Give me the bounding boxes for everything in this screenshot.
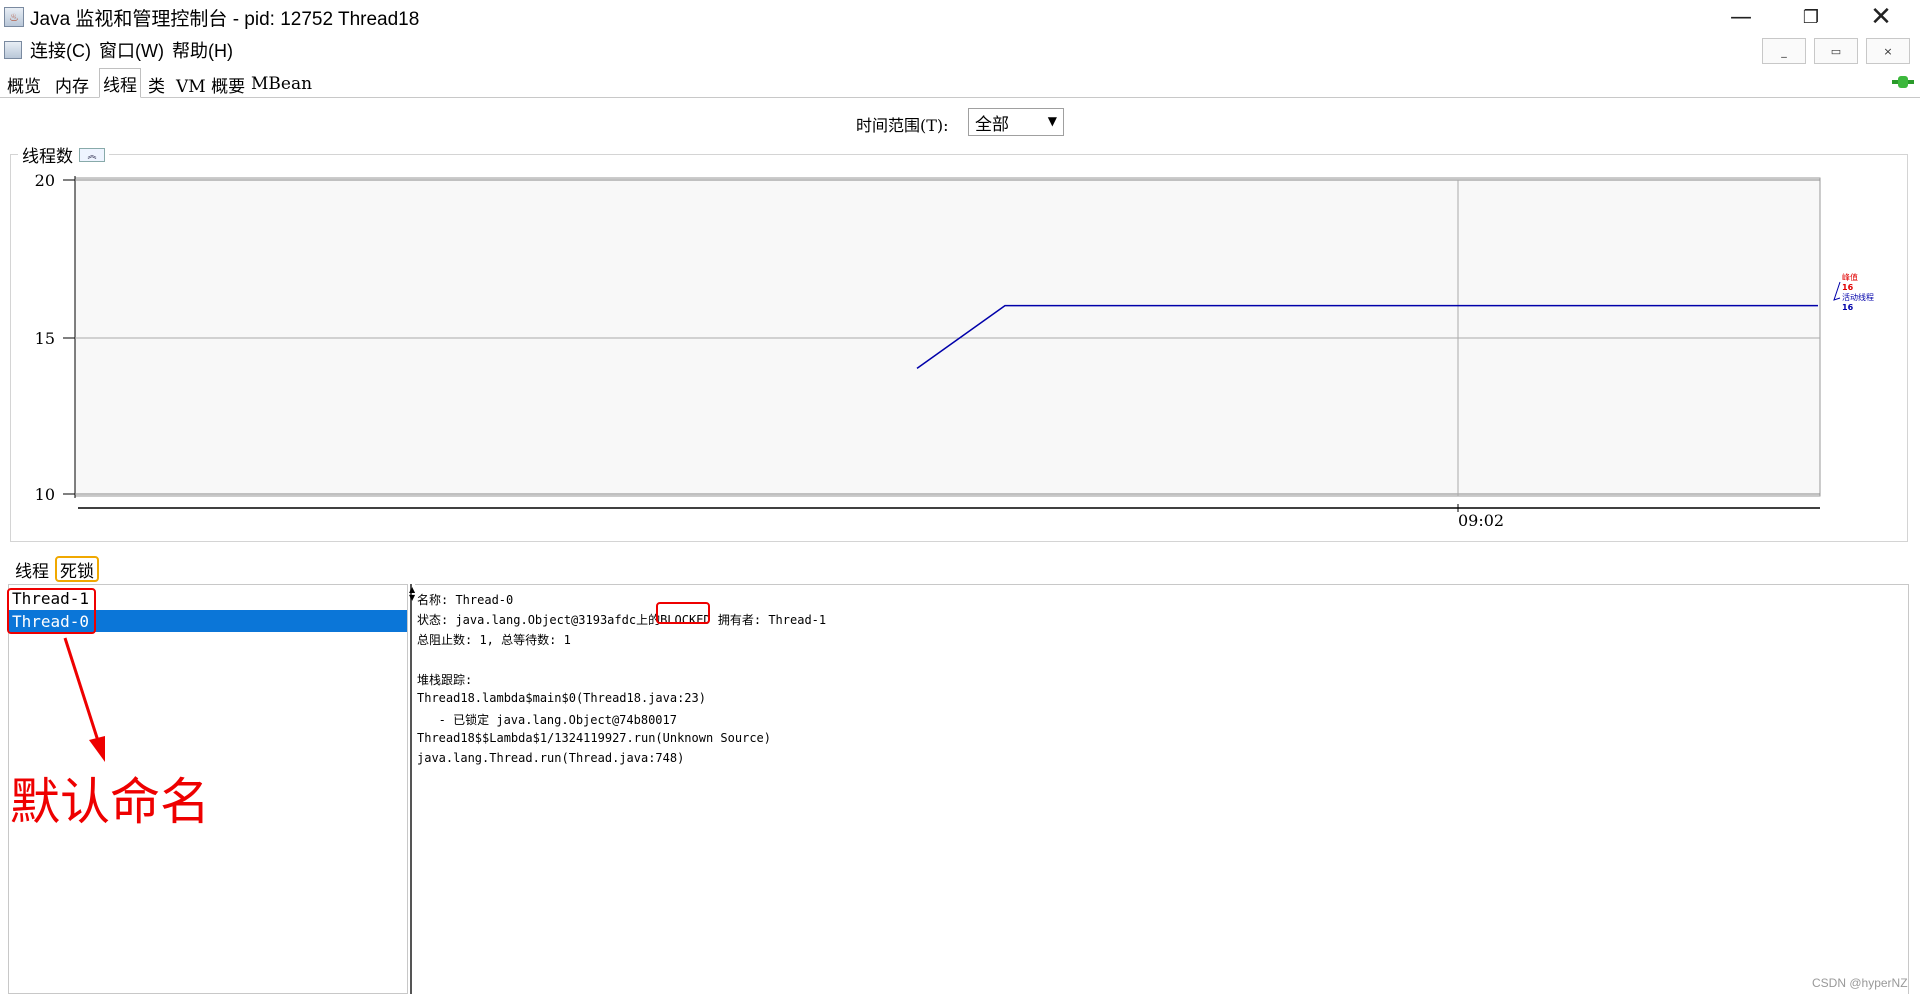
legend-pointer: [1833, 281, 1841, 301]
tab-deadlock[interactable]: 死锁: [55, 556, 99, 582]
legend-peak-name: 峰值: [1842, 272, 1858, 282]
splitter-handle[interactable]: [410, 584, 414, 994]
tab-thread-list[interactable]: 线程: [12, 556, 52, 582]
stack-line: Thread18.lambda$main$0(Thread18.java:23): [417, 691, 706, 705]
legend-active-value: 16: [1842, 303, 1854, 312]
legend-active-name: 活动线程: [1842, 292, 1874, 302]
annotation-box-blocked: [656, 602, 710, 624]
legend-peak-value: 16: [1842, 283, 1854, 292]
stack-title: 堆栈跟踪:: [417, 673, 473, 687]
watermark: CSDN @hyperNZ: [1812, 976, 1908, 990]
annotation-arrow: [63, 637, 105, 762]
y-tick-label-20: 20: [35, 171, 55, 190]
thread-count-chart: 20 15 10 09:02 峰值 16 活动线程 16: [35, 171, 1874, 530]
y-tick-label-15: 15: [35, 329, 55, 348]
thread-detail-panel: 名称: Thread-0 状态: java.lang.Object@3193af…: [415, 584, 1909, 994]
plot-area: [74, 177, 1821, 497]
stack-line: Thread18$$Lambda$1/1324119927.run(Unknow…: [417, 731, 772, 745]
detail-state: 状态: java.lang.Object@3193afdc上的BLOCKED 拥…: [417, 611, 826, 628]
stack-line: java.lang.Thread.run(Thread.java:748): [417, 751, 685, 765]
x-tick-label: 09:02: [1458, 511, 1504, 530]
annotation-box-threads: [7, 588, 96, 634]
stack-line: - 已锁定 java.lang.Object@74b80017: [417, 713, 677, 727]
state-prefix: 状态: java.lang.Object@3193afdc上的: [417, 613, 661, 627]
state-owner: 拥有者: Thread-1: [710, 613, 827, 627]
annotation-text: 默认命名: [10, 773, 210, 831]
detail-counts: 总阻止数: 1, 总等待数: 1: [417, 633, 571, 647]
y-tick-label-10: 10: [35, 485, 55, 504]
detail-name: 名称: Thread-0: [417, 593, 514, 607]
